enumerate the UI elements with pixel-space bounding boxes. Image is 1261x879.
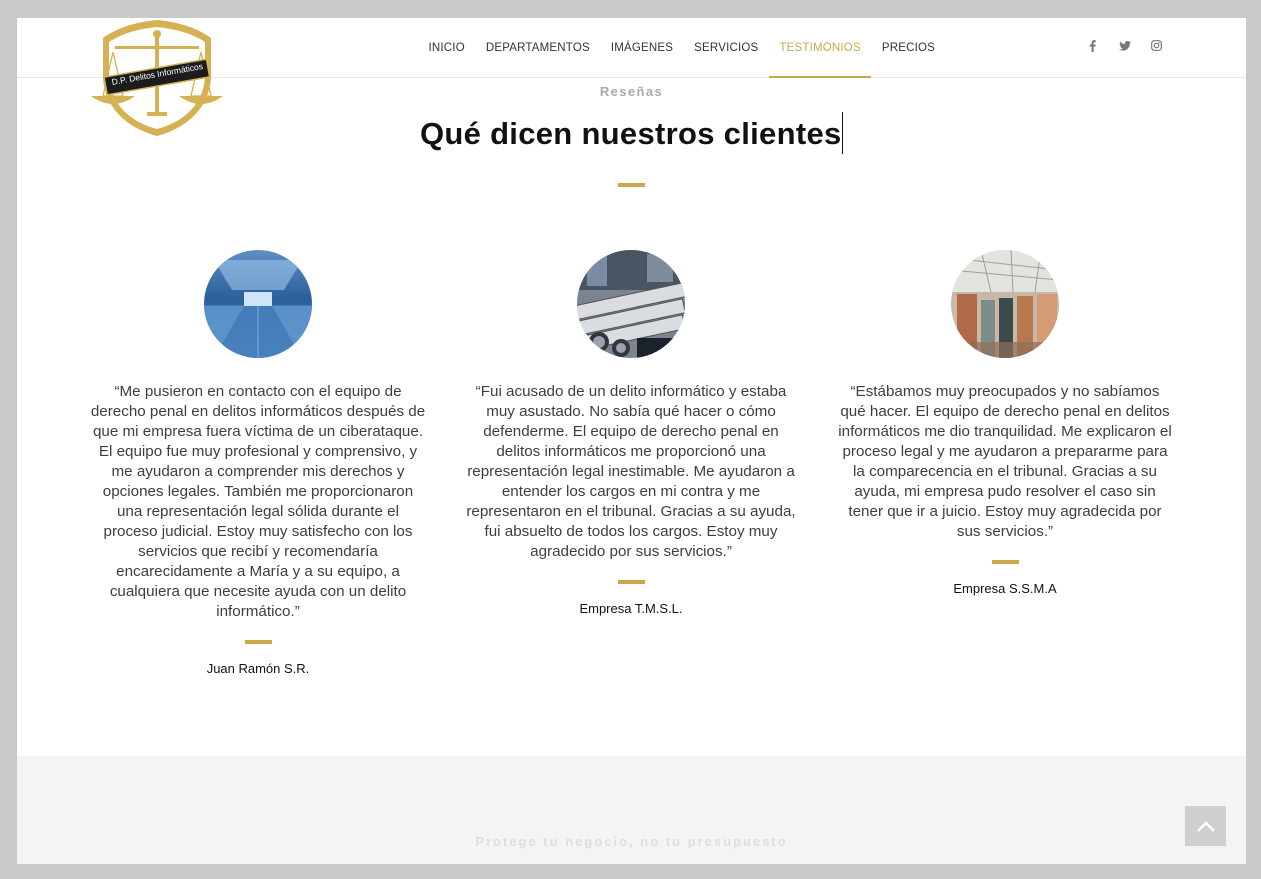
scroll-to-top-button[interactable] xyxy=(1185,806,1226,846)
pipes-factory-photo xyxy=(577,250,685,358)
page: INICIO DEPARTAMENTOS IMÁGENES SERVICIOS … xyxy=(17,18,1246,864)
testimonial-divider xyxy=(244,640,272,644)
nav-item-testimonios[interactable]: TESTIMONIOS xyxy=(768,18,872,78)
testimonial-divider xyxy=(991,560,1019,564)
nav-item-departamentos[interactable]: DEPARTAMENTOS xyxy=(475,18,600,77)
testimonial-quote: “Me pusieron en contacto con el equipo d… xyxy=(90,383,426,620)
factory-hall-photo xyxy=(951,250,1059,358)
footer-band-text: Protege tu negocio, no tu presupuesto xyxy=(475,834,788,849)
nav-item-precios[interactable]: PRECIOS xyxy=(871,18,945,77)
testimonial-quote: “Estábamos muy preocupados y no sabíamos… xyxy=(838,383,1172,540)
nav-item-servicios[interactable]: SERVICIOS xyxy=(684,18,769,77)
footer-band: Protege tu negocio, no tu presupuesto xyxy=(17,756,1246,864)
testimonial-divider xyxy=(617,580,645,584)
twitter-icon[interactable] xyxy=(1117,38,1132,53)
instagram-icon[interactable] xyxy=(1149,38,1164,53)
warehouse-photo xyxy=(204,250,312,358)
testimonial-card: “Fui acusado de un delito informático y … xyxy=(458,250,804,616)
section-title-text: Qué dicen nuestros clientes xyxy=(419,116,842,151)
testimonial-author: Empresa T.M.S.L. xyxy=(579,601,683,616)
testimonial-quote: “Fui acusado de un delito informático y … xyxy=(466,383,796,560)
text-cursor xyxy=(841,111,844,154)
nav-item-inicio[interactable]: INICIO xyxy=(418,18,475,77)
title-divider xyxy=(618,183,645,187)
brand-logo[interactable]: D.P. Delitos Informáticos xyxy=(89,18,225,140)
facebook-icon[interactable] xyxy=(1085,38,1100,53)
testimonial-author: Juan Ramón S.R. xyxy=(206,661,310,676)
chevron-up-icon xyxy=(1196,821,1215,832)
testimonial-author: Empresa S.S.M.A xyxy=(953,581,1057,596)
social-links xyxy=(1085,38,1164,53)
testimonial-card: “Me pusieron en contacto con el equipo d… xyxy=(85,250,431,676)
testimonial-card: “Estábamos muy preocupados y no sabíamos… xyxy=(832,250,1178,596)
nav-item-imagenes[interactable]: IMÁGENES xyxy=(600,18,683,77)
main-nav: INICIO DEPARTAMENTOS IMÁGENES SERVICIOS … xyxy=(418,18,946,78)
